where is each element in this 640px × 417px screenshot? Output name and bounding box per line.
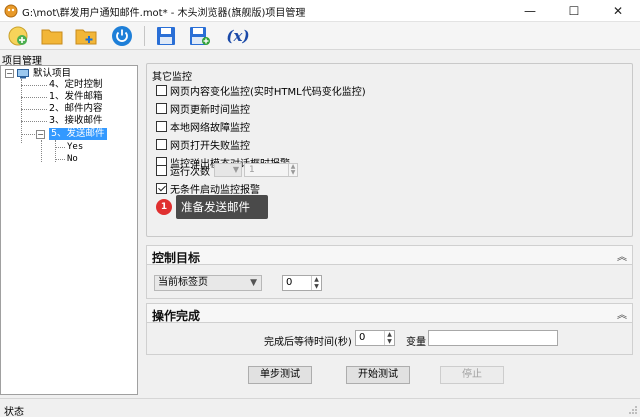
- save-as-icon: [190, 27, 210, 45]
- operation-done-header[interactable]: 操作完成 ︽: [146, 303, 633, 323]
- operation-done-title: 操作完成: [152, 309, 201, 323]
- collapse-icon[interactable]: ︽: [617, 248, 627, 263]
- toolbar-separator: [144, 26, 145, 46]
- close-button[interactable]: ✕: [596, 0, 640, 22]
- target-tab-select[interactable]: 当前标签页 ▼: [154, 275, 262, 291]
- spin-arrows-icon[interactable]: ▲ ▼: [288, 164, 297, 176]
- tree-item-yes[interactable]: Yes: [67, 141, 83, 153]
- tree-item-send-mail[interactable]: 5、发送邮件: [49, 128, 107, 140]
- title-bar: G:\mot\群发用户通知邮件.mot* - 木头浏览器(旗舰版)项目管理 — …: [0, 0, 640, 22]
- chevron-down-icon: ▼: [232, 165, 239, 174]
- wait-time-value: 0: [359, 332, 366, 343]
- monitor-option-run-count[interactable]: 运行次数 ▼ 1 ▲ ▼: [156, 163, 298, 178]
- monitor-option-unconditional[interactable]: 无条件启动监控报警: [156, 181, 260, 196]
- new-project-button[interactable]: [6, 25, 30, 47]
- add-folder-button[interactable]: [74, 25, 98, 47]
- status-text: 状态: [4, 407, 24, 417]
- tree-toggle-send[interactable]: −: [36, 130, 45, 139]
- target-index-stepper[interactable]: 0 ▲ ▼: [282, 275, 322, 291]
- option-label: 网页打开失败监控: [170, 140, 250, 152]
- step-number-badge: 1: [156, 199, 172, 215]
- checkbox[interactable]: [156, 138, 167, 150]
- tree-connector: [55, 147, 65, 148]
- step-tooltip: 准备发送邮件: [176, 195, 268, 219]
- app-logo-icon: [4, 4, 18, 18]
- wait-time-stepper[interactable]: 0 ▲ ▼: [355, 330, 395, 346]
- monitor-option-open-fail[interactable]: 网页打开失败监控: [156, 137, 250, 152]
- open-project-button[interactable]: [40, 25, 64, 47]
- spin-arrows-icon[interactable]: ▲ ▼: [384, 331, 394, 345]
- monitor-option-network-fault[interactable]: 本地网络故障监控: [156, 119, 250, 134]
- stop-button[interactable]: 停止: [440, 366, 504, 384]
- tree-connector: [55, 159, 65, 160]
- target-index-value: 0: [286, 277, 293, 288]
- add-folder-icon: [75, 29, 97, 45]
- tree-item-content[interactable]: 2、邮件内容: [49, 103, 103, 115]
- option-label: 本地网络故障监控: [170, 122, 250, 134]
- maximize-button[interactable]: ☐: [552, 0, 596, 22]
- option-label: 运行次数: [170, 166, 210, 178]
- tree-connector: [41, 140, 42, 162]
- tree-connector: [21, 97, 47, 98]
- monitor-option-content-change[interactable]: 网页内容变化监控(实时HTML代码变化监控): [156, 83, 366, 98]
- minimize-button[interactable]: —: [508, 0, 552, 22]
- pane-splitter[interactable]: [139, 51, 143, 397]
- new-project-icon: [8, 26, 28, 46]
- tree-item-timer[interactable]: 4、定时控制: [49, 79, 103, 91]
- step-test-button[interactable]: 单步测试: [248, 366, 312, 384]
- variable-input[interactable]: [428, 330, 558, 346]
- target-tab-value: 当前标签页: [158, 277, 208, 288]
- save-button[interactable]: [154, 25, 178, 47]
- control-target-title: 控制目标: [152, 251, 201, 265]
- project-tree[interactable]: − 默认项目 4、定时控制 1、发件邮箱 2、邮件内容 3、接收邮件 − 5、发…: [0, 65, 138, 395]
- tree-item-sender[interactable]: 1、发件邮箱: [49, 91, 103, 103]
- spin-arrows-icon[interactable]: ▲ ▼: [311, 276, 321, 290]
- variable-button[interactable]: (x): [222, 25, 254, 47]
- tree-connector: [21, 85, 47, 86]
- toolbar: (x): [0, 22, 640, 50]
- tree-item-receive[interactable]: 3、接收邮件: [49, 115, 103, 127]
- option-label: 网页内容变化监控(实时HTML代码变化监控): [170, 86, 366, 98]
- tree-toggle-root[interactable]: −: [5, 69, 14, 78]
- option-label: 无条件启动监控报警: [170, 184, 260, 196]
- status-bar: 状态: [0, 398, 640, 417]
- checkbox[interactable]: [156, 164, 167, 176]
- tree-connector: [21, 134, 35, 135]
- run-count-value: 1: [249, 165, 255, 175]
- save-icon: [157, 27, 175, 45]
- open-folder-icon: [41, 29, 63, 45]
- project-panel: 项目管理 − 默认项目 4、定时控制 1、发件邮箱 2、邮件内容 3、接收邮件 …: [0, 51, 138, 397]
- start-test-button[interactable]: 开始测试: [346, 366, 410, 384]
- variable-icon: (x): [226, 27, 250, 45]
- tree-connector: [21, 121, 47, 122]
- checkbox[interactable]: [156, 120, 167, 132]
- power-button[interactable]: [110, 25, 134, 47]
- variable-label: 变量: [406, 337, 426, 348]
- power-icon: [112, 26, 132, 46]
- window-title: G:\mot\群发用户通知邮件.mot* - 木头浏览器(旗舰版)项目管理: [22, 8, 306, 19]
- run-count-stepper[interactable]: 1 ▲ ▼: [244, 163, 298, 177]
- tree-connector: [21, 109, 47, 110]
- checkbox-checked[interactable]: [156, 182, 167, 194]
- checkbox[interactable]: [156, 102, 167, 114]
- computer-icon: [17, 69, 29, 79]
- option-label: 网页更新时间监控: [170, 104, 250, 116]
- tree-item-no[interactable]: No: [67, 153, 78, 165]
- wait-time-label: 完成后等待时间(秒): [264, 337, 352, 348]
- monitor-option-update-time[interactable]: 网页更新时间监控: [156, 101, 250, 116]
- save-as-button[interactable]: [188, 25, 212, 47]
- collapse-icon[interactable]: ︽: [617, 306, 627, 321]
- checkbox[interactable]: [156, 84, 167, 96]
- run-count-mode-select[interactable]: ▼: [214, 163, 242, 177]
- control-target-header[interactable]: 控制目标 ︽: [146, 245, 633, 265]
- resize-grip-icon[interactable]: [628, 405, 638, 415]
- other-monitor-title: 其它监控: [151, 68, 193, 83]
- chevron-down-icon: ▼: [250, 278, 257, 288]
